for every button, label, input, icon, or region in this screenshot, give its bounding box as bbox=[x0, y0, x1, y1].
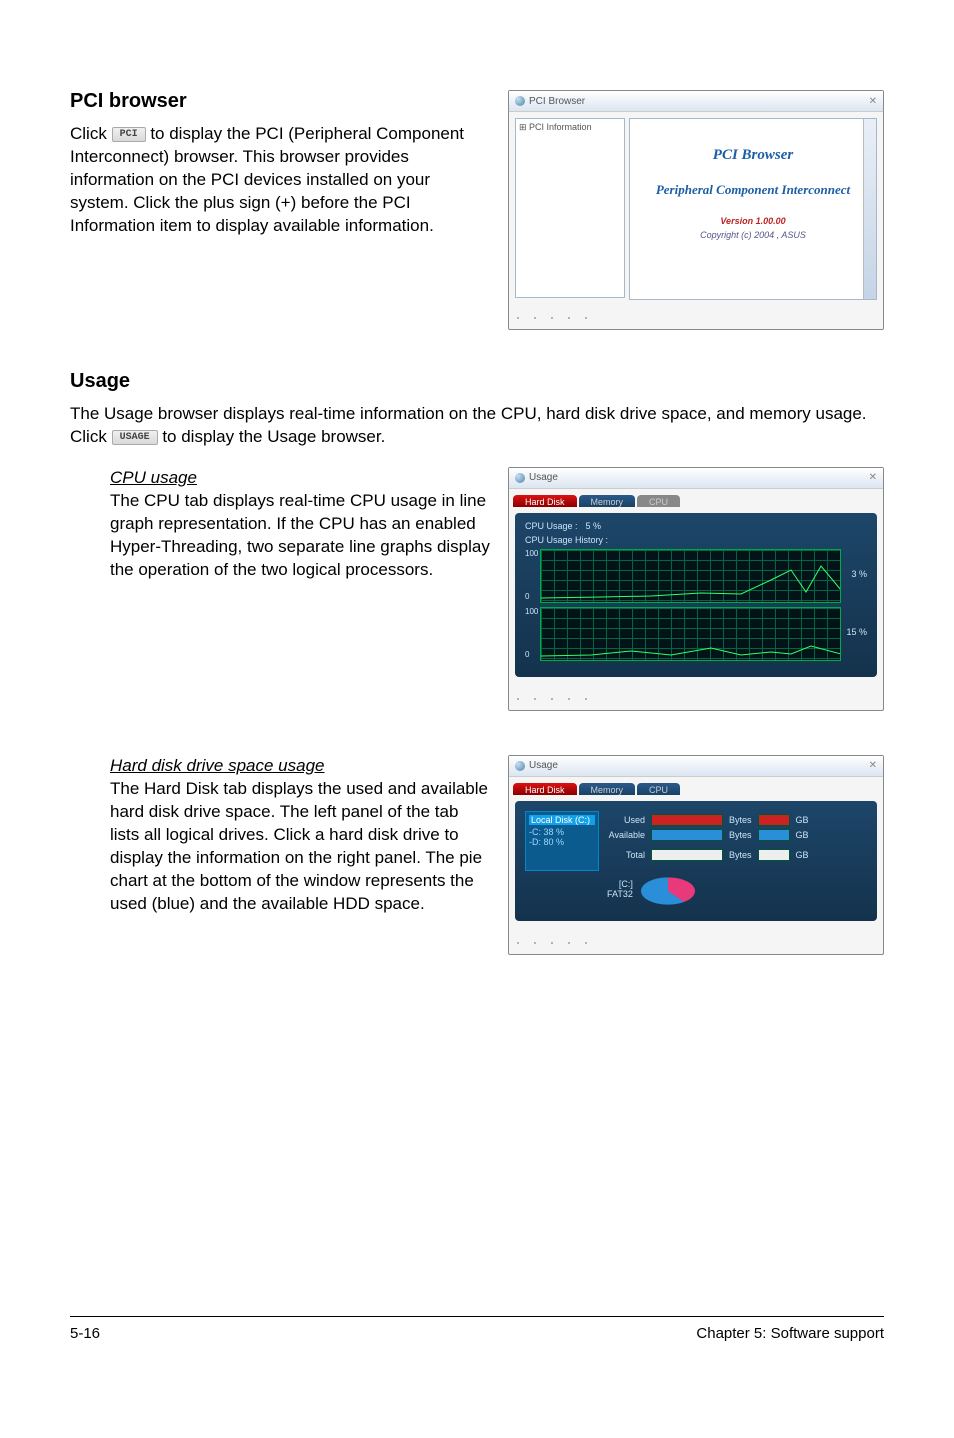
cpu-graph2-percent: 15 % bbox=[846, 627, 867, 637]
hdd-window-title: Usage bbox=[529, 760, 558, 771]
resize-grip[interactable]: · · · · · bbox=[509, 931, 883, 954]
pci-button-icon: PCI bbox=[112, 127, 146, 142]
hdd-titlebar: Usage ✕ bbox=[509, 756, 883, 777]
hdd-panel: Local Disk (C:) -C: 38 % -D: 80 % Used B… bbox=[515, 801, 877, 921]
page-number: 5-16 bbox=[70, 1325, 100, 1342]
drive-label[interactable]: Local Disk (C:) bbox=[529, 815, 595, 825]
total-label: Total bbox=[607, 850, 645, 860]
pci-main-title: PCI Browser bbox=[630, 147, 876, 164]
pci-paragraph: Click PCI to display the PCI (Peripheral… bbox=[70, 123, 490, 238]
used-gb-unit: GB bbox=[796, 815, 809, 825]
avail-bar bbox=[651, 829, 723, 841]
globe-icon bbox=[515, 761, 525, 771]
cpu-heading: CPU usage bbox=[110, 468, 197, 487]
cpu-window-title: Usage bbox=[529, 472, 558, 483]
hdd-heading: Hard disk drive space usage bbox=[110, 756, 325, 775]
cpu-graph1-percent: 3 % bbox=[851, 569, 867, 579]
hdd-window: Usage ✕ Hard Disk Memory CPU Local Disk … bbox=[508, 755, 884, 955]
cpu-window: Usage ✕ Hard Disk Memory CPU CPU Usage :… bbox=[508, 467, 884, 711]
cpu-graph-1 bbox=[540, 549, 841, 603]
used-unit: Bytes bbox=[729, 815, 752, 825]
pci-subtitle: Peripheral Component Interconnect bbox=[630, 182, 876, 198]
tab-memory[interactable]: Memory bbox=[579, 495, 636, 507]
cpu-subsection: CPU usage The CPU tab displays real-time… bbox=[70, 467, 884, 711]
used-label: Used bbox=[607, 815, 645, 825]
pci-copyright: Copyright (c) 2004 , ASUS bbox=[630, 230, 876, 240]
cpu-paragraph: The CPU tab displays real-time CPU usage… bbox=[110, 490, 490, 582]
avail-label: Available bbox=[607, 830, 645, 840]
hdd-details: Used Bytes GB Available Bytes bbox=[607, 811, 867, 911]
pci-version: Version 1.00.00 bbox=[630, 216, 876, 226]
close-icon[interactable]: ✕ bbox=[869, 96, 877, 107]
avail-unit: Bytes bbox=[729, 830, 752, 840]
usage-heading: Usage bbox=[70, 370, 884, 393]
chapter-label: Chapter 5: Software support bbox=[696, 1325, 884, 1342]
pie-fs: FAT32 bbox=[607, 889, 633, 899]
hdd-paragraph: The Hard Disk tab displays the used and … bbox=[110, 778, 490, 916]
avail-gb-unit: GB bbox=[796, 830, 809, 840]
usage-para-after: to display the Usage browser. bbox=[162, 427, 385, 446]
y-0-2: 0 bbox=[525, 650, 538, 659]
drive-list[interactable]: Local Disk (C:) -C: 38 % -D: 80 % bbox=[525, 811, 599, 871]
scrollbar[interactable] bbox=[863, 119, 876, 299]
tab-memory[interactable]: Memory bbox=[579, 783, 636, 795]
globe-icon bbox=[515, 96, 525, 106]
tab-cpu[interactable]: CPU bbox=[637, 495, 680, 507]
cpu-titlebar: Usage ✕ bbox=[509, 468, 883, 489]
tab-harddisk[interactable]: Hard Disk bbox=[513, 783, 577, 795]
hdd-tabs: Hard Disk Memory CPU bbox=[509, 777, 883, 795]
pci-section: PCI browser Click PCI to display the PCI… bbox=[70, 90, 884, 330]
total-gb-bar bbox=[758, 849, 790, 861]
usage-paragraph: The Usage browser displays real-time inf… bbox=[70, 403, 884, 449]
cpu-history-label: CPU Usage History : bbox=[525, 535, 608, 545]
pci-tree[interactable]: ⊞ PCI Information bbox=[515, 118, 625, 298]
used-bar bbox=[651, 814, 723, 826]
cpu-graph-2 bbox=[540, 607, 841, 661]
y-100: 100 bbox=[525, 549, 538, 558]
cpu-panel: CPU Usage : 5 % CPU Usage History : 100 … bbox=[515, 513, 877, 677]
globe-icon bbox=[515, 473, 525, 483]
cpu-tabs: Hard Disk Memory CPU bbox=[509, 489, 883, 507]
drive-c[interactable]: -C: 38 % bbox=[529, 827, 595, 837]
pci-content: PCI Browser Peripheral Component Interco… bbox=[629, 118, 877, 300]
pci-window: PCI Browser ✕ ⊞ PCI Information PCI Brow… bbox=[508, 90, 884, 330]
total-bar bbox=[651, 849, 723, 861]
avail-gb-bar bbox=[758, 829, 790, 841]
drive-d[interactable]: -D: 80 % bbox=[529, 837, 595, 847]
pci-tree-root[interactable]: PCI Information bbox=[529, 122, 592, 132]
usage-section: Usage The Usage browser displays real-ti… bbox=[70, 370, 884, 449]
close-icon[interactable]: ✕ bbox=[869, 472, 877, 483]
close-icon[interactable]: ✕ bbox=[869, 760, 877, 771]
pci-para-before: Click bbox=[70, 124, 112, 143]
tab-harddisk[interactable]: Hard Disk bbox=[513, 495, 577, 507]
usage-button-icon: USAGE bbox=[112, 430, 158, 445]
tab-cpu[interactable]: CPU bbox=[637, 783, 680, 795]
total-unit: Bytes bbox=[729, 850, 752, 860]
resize-grip[interactable]: · · · · · bbox=[509, 306, 883, 329]
pci-heading: PCI browser bbox=[70, 90, 490, 113]
page-footer: 5-16 Chapter 5: Software support bbox=[70, 1316, 884, 1342]
y-100-2: 100 bbox=[525, 607, 538, 616]
pci-window-title: PCI Browser bbox=[529, 96, 585, 107]
hdd-subsection: Hard disk drive space usage The Hard Dis… bbox=[70, 755, 884, 955]
used-gb-bar bbox=[758, 814, 790, 826]
cpu-usage-value: 5 % bbox=[586, 521, 602, 531]
cpu-usage-label: CPU Usage : bbox=[525, 521, 578, 531]
resize-grip[interactable]: · · · · · bbox=[509, 687, 883, 710]
pie-chart bbox=[641, 877, 695, 904]
pie-drive: [C:] bbox=[607, 879, 633, 889]
total-gb-unit: GB bbox=[796, 850, 809, 860]
pci-titlebar: PCI Browser ✕ bbox=[509, 91, 883, 112]
y-0: 0 bbox=[525, 592, 538, 601]
